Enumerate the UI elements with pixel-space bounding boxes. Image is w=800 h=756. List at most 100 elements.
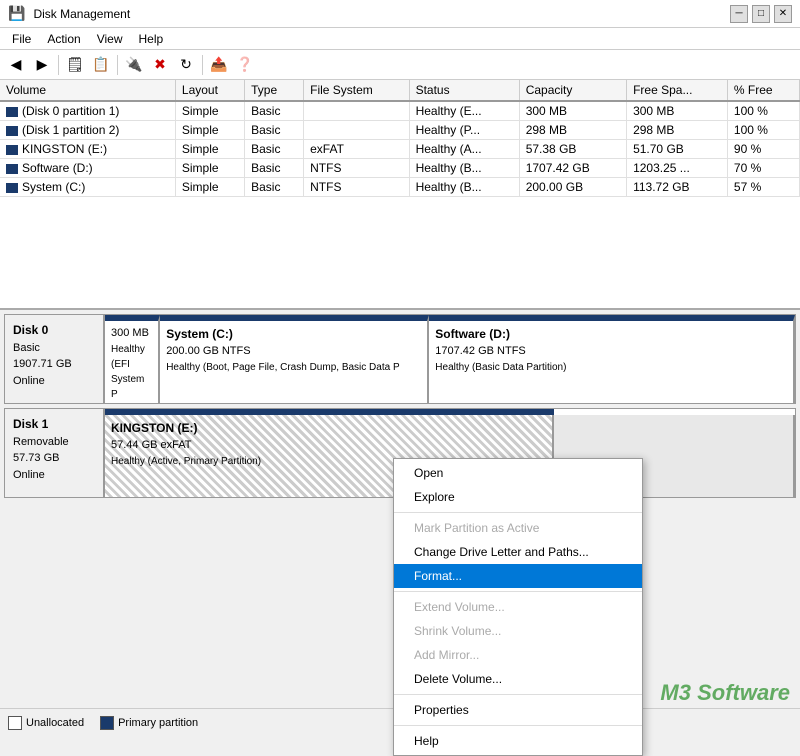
menu-action[interactable]: Action <box>39 30 88 48</box>
cell-type: Basic <box>245 101 304 121</box>
cell-capacity: 1707.42 GB <box>519 159 626 178</box>
context-menu-item[interactable]: Change Drive Letter and Paths... <box>394 540 642 564</box>
cell-fs <box>304 121 409 140</box>
title-bar: 💾 Disk Management ─ □ ✕ <box>0 0 800 28</box>
cell-volume: KINGSTON (E:) <box>0 140 175 159</box>
legend-primary-box <box>100 716 114 730</box>
table-row[interactable]: (Disk 1 partition 2) Simple Basic Health… <box>0 121 800 140</box>
cell-capacity: 298 MB <box>519 121 626 140</box>
disk1-label: Disk 1 Removable 57.73 GB Online <box>5 409 105 497</box>
disk1-type: Removable <box>13 436 69 448</box>
cell-capacity: 200.00 GB <box>519 178 626 197</box>
cell-volume: (Disk 0 partition 1) <box>0 101 175 121</box>
disk0-part3-health: Healthy (Basic Data Partition) <box>435 360 787 375</box>
cell-layout: Simple <box>175 159 244 178</box>
menu-bar: File Action View Help <box>0 28 800 50</box>
context-menu: OpenExplore Mark Partition as ActiveChang… <box>393 458 643 756</box>
context-menu-separator <box>394 512 642 513</box>
disk0-name: Disk 0 <box>13 323 48 337</box>
window-controls: ─ □ ✕ <box>730 5 792 23</box>
col-free: Free Spa... <box>627 80 728 101</box>
disk0-part3[interactable]: Software (D:) 1707.42 GB NTFS Healthy (B… <box>429 315 795 403</box>
cell-volume: (Disk 1 partition 2) <box>0 121 175 140</box>
legend-unallocated-box <box>8 716 22 730</box>
context-menu-item[interactable]: Open <box>394 461 642 485</box>
close-button[interactable]: ✕ <box>774 5 792 23</box>
context-menu-item: Add Mirror... <box>394 643 642 667</box>
context-menu-separator <box>394 725 642 726</box>
menu-help[interactable]: Help <box>131 30 172 48</box>
cell-pct: 100 % <box>727 121 799 140</box>
cell-capacity: 57.38 GB <box>519 140 626 159</box>
context-menu-item[interactable]: Explore <box>394 485 642 509</box>
refresh-button[interactable]: ↻ <box>174 53 198 77</box>
col-pct: % Free <box>727 80 799 101</box>
context-menu-item[interactable]: Properties <box>394 698 642 722</box>
restore-button[interactable]: □ <box>752 5 770 23</box>
export-button[interactable]: 📤 <box>207 53 231 77</box>
disk0-part3-name: Software (D:) <box>435 325 787 343</box>
context-menu-item[interactable]: Format... <box>394 564 642 588</box>
cell-fs: NTFS <box>304 159 409 178</box>
cell-layout: Simple <box>175 178 244 197</box>
context-menu-separator <box>394 591 642 592</box>
connect-button[interactable]: 🔌 <box>122 53 146 77</box>
cell-fs: NTFS <box>304 178 409 197</box>
disk1-kingston-name: KINGSTON (E:) <box>111 419 546 437</box>
legend-primary: Primary partition <box>100 716 198 730</box>
menu-file[interactable]: File <box>4 30 39 48</box>
disk1-status: Online <box>13 469 45 481</box>
disk0-part3-size: 1707.42 GB NTFS <box>435 343 787 360</box>
table-row[interactable]: KINGSTON (E:) Simple Basic exFAT Healthy… <box>0 140 800 159</box>
disk0-label: Disk 0 Basic 1907.71 GB Online <box>5 315 105 403</box>
watermark: M3 Software <box>660 680 790 706</box>
volume-table-container: Volume Layout Type File System Status Ca… <box>0 80 800 310</box>
disk0-type: Basic <box>13 342 40 354</box>
disk0-part2[interactable]: System (C:) 200.00 GB NTFS Healthy (Boot… <box>160 315 429 403</box>
cell-fs: exFAT <box>304 140 409 159</box>
context-menu-item: Mark Partition as Active <box>394 516 642 540</box>
disk1-name: Disk 1 <box>13 417 48 431</box>
col-type: Type <box>245 80 304 101</box>
minimize-button[interactable]: ─ <box>730 5 748 23</box>
cell-status: Healthy (B... <box>409 178 519 197</box>
cell-status: Healthy (B... <box>409 159 519 178</box>
context-menu-item[interactable]: Help <box>394 729 642 753</box>
context-menu-item[interactable]: Delete Volume... <box>394 667 642 691</box>
context-menu-separator <box>394 694 642 695</box>
disk0-status: Online <box>13 375 45 387</box>
cell-volume: System (C:) <box>0 178 175 197</box>
legend-primary-label: Primary partition <box>118 717 198 729</box>
cell-status: Healthy (E... <box>409 101 519 121</box>
cell-free: 51.70 GB <box>627 140 728 159</box>
table-row[interactable]: Software (D:) Simple Basic NTFS Healthy … <box>0 159 800 178</box>
disk0-part1[interactable]: 300 MB Healthy (EFI System P <box>105 315 160 403</box>
app-title: Disk Management <box>33 7 722 21</box>
col-layout: Layout <box>175 80 244 101</box>
help-button[interactable]: ❓ <box>233 53 257 77</box>
properties2-button[interactable]: 📋 <box>89 53 113 77</box>
col-fs: File System <box>304 80 409 101</box>
cell-pct: 100 % <box>727 101 799 121</box>
cell-status: Healthy (A... <box>409 140 519 159</box>
cell-fs <box>304 101 409 121</box>
forward-button[interactable]: ▶ <box>30 53 54 77</box>
table-row[interactable]: System (C:) Simple Basic NTFS Healthy (B… <box>0 178 800 197</box>
back-button[interactable]: ◀ <box>4 53 28 77</box>
delete-button[interactable]: ✖ <box>148 53 172 77</box>
cell-type: Basic <box>245 159 304 178</box>
disk0-size: 1907.71 GB <box>13 358 72 370</box>
table-row[interactable]: (Disk 0 partition 1) Simple Basic Health… <box>0 101 800 121</box>
toolbar: ◀ ▶ 🗒 📋 🔌 ✖ ↻ 📤 ❓ <box>0 50 800 80</box>
disk1-size: 57.73 GB <box>13 452 59 464</box>
col-capacity: Capacity <box>519 80 626 101</box>
menu-view[interactable]: View <box>89 30 131 48</box>
cell-volume: Software (D:) <box>0 159 175 178</box>
cell-type: Basic <box>245 121 304 140</box>
cell-free: 1203.25 ... <box>627 159 728 178</box>
table-header-row: Volume Layout Type File System Status Ca… <box>0 80 800 101</box>
disk0-part2-size: 200.00 GB NTFS <box>166 343 421 360</box>
properties-button[interactable]: 🗒 <box>63 53 87 77</box>
toolbar-sep-3 <box>202 55 203 75</box>
cell-layout: Simple <box>175 101 244 121</box>
